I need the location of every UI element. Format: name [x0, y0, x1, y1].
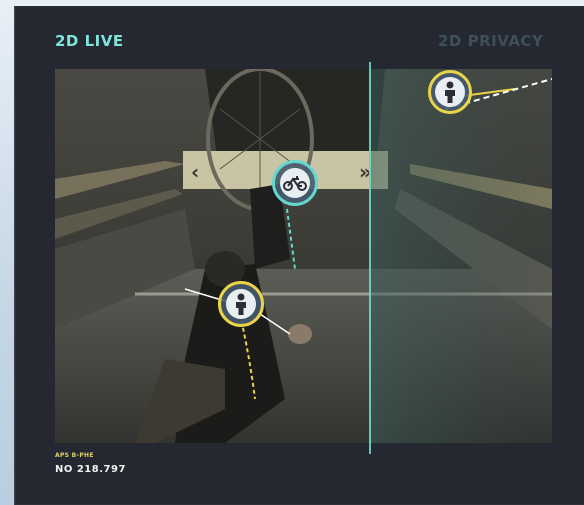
camera-scene: ‹ »	[55, 69, 552, 443]
person-icon	[435, 77, 465, 107]
cyclist-marker[interactable]	[272, 160, 318, 206]
pedestrian-marker-near[interactable]	[218, 281, 264, 327]
readout-mode-label: APS B-PHE	[55, 452, 94, 459]
mode-tab-2d-live[interactable]: 2D LIVE	[55, 32, 124, 50]
person-icon	[226, 289, 256, 319]
mode-tab-2d-privacy[interactable]: 2D PRIVACY	[438, 32, 543, 50]
bicycle-icon	[280, 168, 310, 198]
privacy-overlay	[369, 69, 552, 443]
readout-value: NO 218.797	[55, 464, 126, 475]
pedestrian-marker-far[interactable]	[428, 70, 472, 114]
camera-feed: ‹ »	[55, 69, 552, 443]
svg-text:‹: ‹	[191, 160, 199, 184]
pedestrian-hand	[288, 324, 312, 344]
privacy-divider-line[interactable]	[369, 62, 371, 454]
